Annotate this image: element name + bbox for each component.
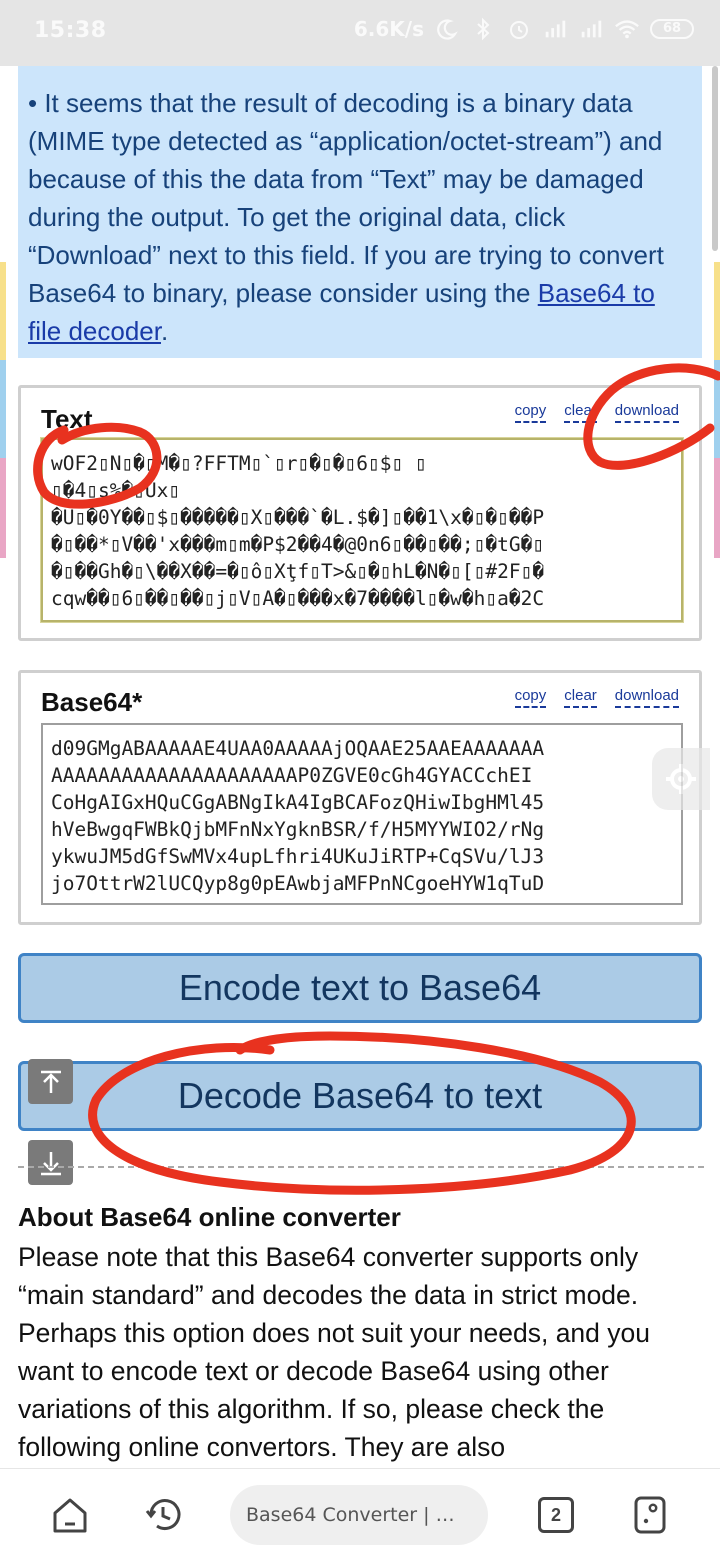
status-icons: 6.6K/s 68 [354,16,694,42]
wifi-icon [614,16,640,42]
base64-panel-actions: copy clear download [514,687,679,708]
base64-copy-link[interactable]: copy [514,687,547,708]
decode-button[interactable]: Decode Base64 to text [18,1061,702,1131]
status-bar: 15:38 6.6K/s 68 [0,0,720,66]
arrow-up-icon [40,1070,61,1093]
edge-stripe [0,458,6,558]
text-panel-title: Text [41,404,93,434]
edge-stripe [0,360,6,458]
base64-download-link[interactable]: download [614,687,679,708]
history-icon[interactable] [141,1493,185,1537]
scroll-top-button[interactable] [28,1059,73,1104]
signal-hd-icon [542,16,568,42]
bluetooth-icon [470,16,496,42]
alarm-icon [506,16,532,42]
text-output-field[interactable]: wOF2▯N▯�▯M�▯?FFTM▯`▯r▯�▯�▯6▯$▯ ▯ ▯�4▯s%�… [41,438,683,622]
base64-input-field[interactable]: d09GMgABAAAAAE4UAA0AAAAAjOQAAE25AAEAAAAA… [41,723,683,905]
text-download-link[interactable]: download [614,402,679,423]
about-text: Please note that this Base64 converter s… [18,1242,651,1462]
clock: 15:38 [34,18,107,43]
section-divider [18,1166,704,1168]
edge-stripe [714,360,720,458]
edge-stripe [0,262,6,360]
text-panel: Text copy clear download wOF2▯N▯�▯M�▯?FF… [18,385,702,641]
binary-data-notice: • It seems that the result of decoding i… [18,66,702,358]
tabs-button[interactable]: 2 [534,1493,578,1537]
base64-panel: Base64* copy clear download d09GMgABAAAA… [18,670,702,925]
arrow-down-icon [40,1151,61,1175]
moon-icon [434,16,460,42]
floating-gear-icon[interactable] [652,748,710,810]
browser-bottom-bar: Base64 Converter | … 2 [0,1468,720,1560]
edge-stripe [714,262,720,360]
url-bar[interactable]: Base64 Converter | … [230,1485,488,1545]
home-icon[interactable] [48,1493,92,1537]
network-speed: 6.6K/s [353,17,424,41]
scroll-bottom-button[interactable] [28,1140,73,1185]
battery-icon: 68 [650,19,694,39]
base64-clear-link[interactable]: clear [564,687,597,708]
about-heading: About Base64 online converter [18,1202,401,1232]
edge-stripe [714,458,720,558]
tab-count: 2 [538,1497,574,1533]
notice-end: . [160,316,169,346]
text-clear-link[interactable]: clear [564,402,597,423]
signal-hd-icon [578,16,604,42]
base64-panel-title: Base64* [41,687,143,717]
menu-icon[interactable] [628,1493,672,1537]
page-scrollbar[interactable] [712,66,718,251]
text-panel-actions: copy clear download [514,402,679,423]
encode-button[interactable]: Encode text to Base64 [18,953,702,1023]
notice-text: • It seems that the result of decoding i… [28,88,664,308]
text-copy-link[interactable]: copy [514,402,547,423]
